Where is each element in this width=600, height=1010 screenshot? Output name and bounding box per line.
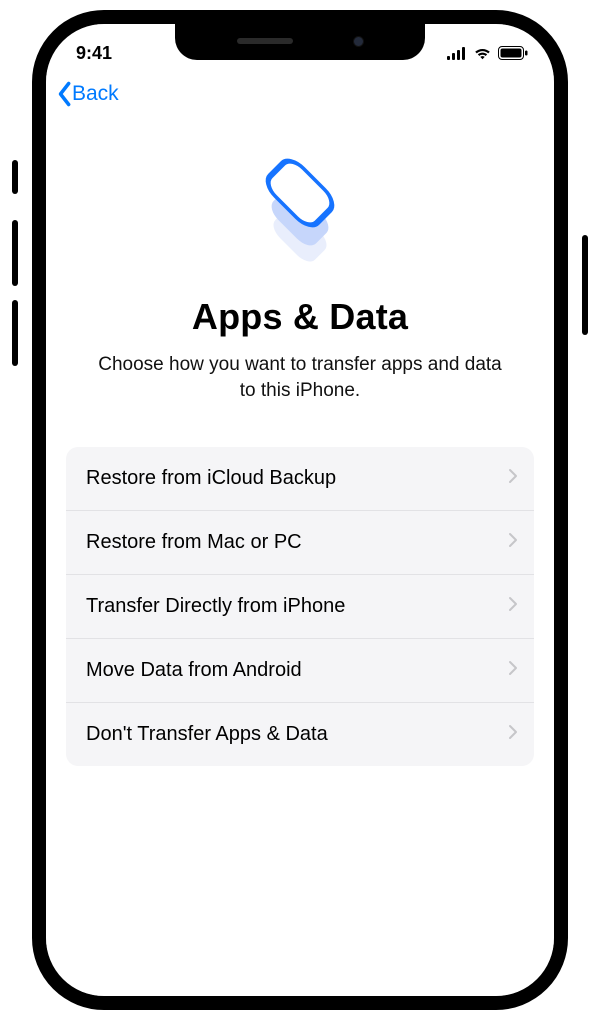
- device-notch: [175, 22, 425, 60]
- option-move-android[interactable]: Move Data from Android: [66, 638, 534, 702]
- chevron-right-icon: [508, 467, 518, 490]
- chevron-right-icon: [508, 659, 518, 682]
- wifi-icon: [473, 47, 492, 60]
- option-transfer-iphone[interactable]: Transfer Directly from iPhone: [66, 574, 534, 638]
- option-restore-icloud[interactable]: Restore from iCloud Backup: [66, 447, 534, 510]
- battery-icon: [498, 46, 528, 60]
- chevron-right-icon: [508, 723, 518, 746]
- back-label: Back: [72, 82, 119, 106]
- chevron-left-icon: [54, 80, 74, 108]
- cellular-signal-icon: [447, 47, 467, 60]
- page-subtitle: Choose how you want to transfer apps and…: [90, 352, 510, 403]
- option-label: Transfer Directly from iPhone: [86, 595, 345, 618]
- device-frame: 9:41: [32, 10, 568, 1010]
- option-label: Restore from iCloud Backup: [86, 467, 336, 490]
- page-title: Apps & Data: [192, 296, 408, 338]
- nav-bar: Back: [46, 72, 554, 113]
- option-label: Restore from Mac or PC: [86, 531, 302, 554]
- chevron-right-icon: [508, 595, 518, 618]
- option-dont-transfer[interactable]: Don't Transfer Apps & Data: [66, 702, 534, 766]
- option-label: Move Data from Android: [86, 659, 302, 682]
- status-time: 9:41: [76, 43, 112, 64]
- hero: Apps & Data Choose how you want to trans…: [46, 113, 554, 403]
- back-button[interactable]: Back: [54, 80, 119, 108]
- option-restore-mac-pc[interactable]: Restore from Mac or PC: [66, 510, 534, 574]
- option-label: Don't Transfer Apps & Data: [86, 723, 328, 746]
- screen: 9:41: [46, 24, 554, 996]
- chevron-right-icon: [508, 531, 518, 554]
- status-indicators: [447, 46, 528, 60]
- layered-squares-icon: [245, 143, 355, 268]
- options-list: Restore from iCloud Backup Restore from …: [66, 447, 534, 766]
